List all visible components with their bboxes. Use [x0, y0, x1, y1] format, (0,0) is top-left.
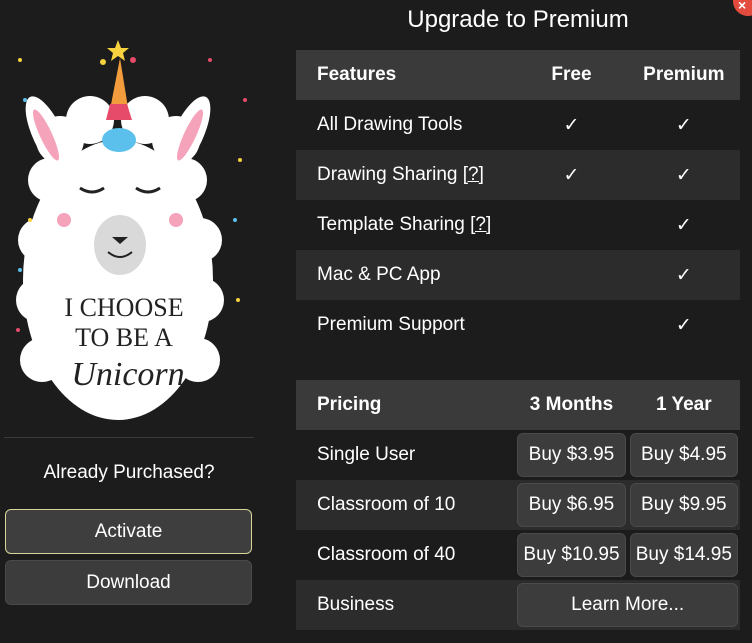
- pricing-header-3months: 3 Months: [529, 394, 614, 415]
- left-divider: [4, 437, 254, 438]
- feature-row: Mac & PC App ✓: [296, 250, 740, 300]
- premium-cell: ✓: [628, 250, 740, 300]
- pricing-table: Pricing 3 Months 1 Year Single User Buy …: [296, 380, 740, 630]
- free-cell: [515, 300, 627, 350]
- pricing-row: Classroom of 40 Buy $10.95 Buy $14.95: [296, 530, 740, 580]
- feature-name: All Drawing Tools: [317, 114, 463, 135]
- dialog-title: Upgrade to Premium: [407, 6, 629, 33]
- pricing-header-1year: 1 Year: [655, 394, 712, 415]
- feature-row: Drawing Sharing [?] ✓ ✓: [296, 150, 740, 200]
- buy-1year-button[interactable]: Buy $14.95: [629, 533, 738, 577]
- activate-button[interactable]: Activate: [5, 509, 252, 554]
- buy-3months-button[interactable]: Buy $6.95: [517, 483, 626, 527]
- pricing-header-name: Pricing: [317, 394, 382, 415]
- feature-row: Premium Support ✓: [296, 300, 740, 350]
- help-link[interactable]: [?]: [463, 164, 484, 185]
- pricing-row: Classroom of 10 Buy $6.95 Buy $9.95: [296, 480, 740, 530]
- check-icon: ✓: [675, 314, 692, 336]
- close-icon: ×: [738, 0, 747, 13]
- premium-cell: ✓: [628, 300, 740, 350]
- feature-row: Template Sharing [?] ✓: [296, 200, 740, 250]
- pricing-name: Classroom of 40: [317, 544, 456, 565]
- buy-3months-button[interactable]: Buy $3.95: [517, 433, 626, 477]
- check-icon: ✓: [675, 214, 692, 236]
- premium-cell: ✓: [628, 200, 740, 250]
- buy-3months-button[interactable]: Buy $10.95: [517, 533, 626, 577]
- free-cell: [515, 200, 627, 250]
- feature-name: Drawing Sharing [?]: [317, 164, 484, 185]
- check-icon: ✓: [675, 114, 692, 136]
- check-icon: ✓: [563, 164, 580, 186]
- poster-line-1: I CHOOSE: [64, 293, 183, 322]
- pricing-row: Single User Buy $3.95 Buy $4.95: [296, 430, 740, 480]
- pricing-header-row: Pricing 3 Months 1 Year: [296, 380, 740, 430]
- features-header-name: Features: [317, 64, 397, 85]
- buy-1year-button[interactable]: Buy $9.95: [629, 483, 738, 527]
- pricing-name: Business: [317, 594, 395, 615]
- features-header-premium: Premium: [643, 64, 725, 85]
- premium-cell: ✓: [628, 150, 740, 200]
- feature-name: Mac & PC App: [317, 264, 441, 285]
- features-table: Features Free Premium All Drawing Tools …: [296, 50, 740, 350]
- feature-row: All Drawing Tools ✓ ✓: [296, 100, 740, 150]
- feature-name: Template Sharing [?]: [317, 214, 492, 235]
- features-header-row: Features Free Premium: [296, 50, 740, 100]
- check-icon: ✓: [675, 164, 692, 186]
- already-purchased-label: Already Purchased?: [43, 462, 215, 483]
- premium-cell: ✓: [628, 100, 740, 150]
- check-icon: ✓: [675, 264, 692, 286]
- poster-line-2: TO BE A: [75, 323, 173, 352]
- free-cell: [515, 250, 627, 300]
- feature-name: Premium Support: [317, 314, 465, 335]
- help-link[interactable]: [?]: [470, 214, 491, 235]
- download-button[interactable]: Download: [5, 560, 252, 605]
- left-panel: I CHOOSE TO BE A Unicorn Already Purchas…: [0, 0, 258, 643]
- pricing-name: Classroom of 10: [317, 494, 456, 515]
- unicorn-llama-illustration: I CHOOSE TO BE A Unicorn: [16, 40, 247, 420]
- free-cell: ✓: [515, 150, 627, 200]
- pricing-row-business: Business Learn More...: [296, 580, 740, 630]
- buy-1year-button[interactable]: Buy $4.95: [629, 433, 738, 477]
- check-icon: ✓: [563, 114, 580, 136]
- features-header-free: Free: [551, 64, 592, 85]
- free-cell: ✓: [515, 100, 627, 150]
- learn-more-button[interactable]: Learn More...: [517, 583, 738, 627]
- poster-line-3: Unicorn: [71, 356, 184, 393]
- pricing-name: Single User: [317, 444, 416, 465]
